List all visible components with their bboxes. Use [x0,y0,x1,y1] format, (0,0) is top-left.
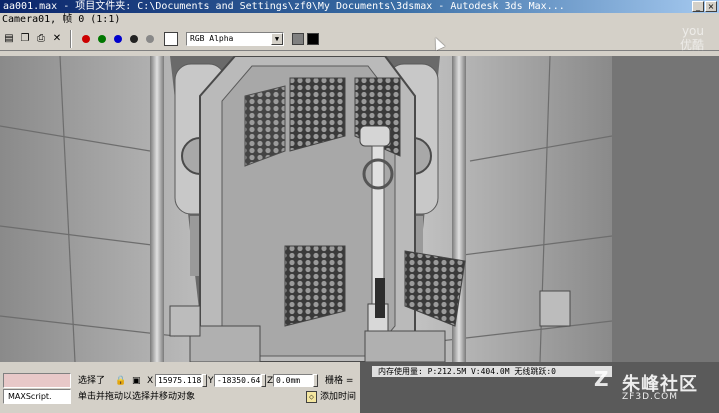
grid-label: 栅格 = [325,376,354,386]
youku-logo-text: you [681,24,705,38]
print-icon[interactable]: ⎙ [34,32,48,46]
x-spinner[interactable] [202,374,207,387]
maxscript-listener-box[interactable] [3,373,71,388]
close-icon[interactable]: ✕ [50,32,64,46]
title-bar[interactable]: aa001.max - 项目文件夹: C:\Documents and Sett… [0,0,719,13]
viewport-side-area [612,56,719,362]
zf3d-logo-icon: Z [594,367,609,391]
add-time-tag-button[interactable]: ⬦ 添加时间 [306,389,356,404]
window-controls: _ × [692,1,717,12]
x-coordinate-field[interactable]: 15975.118 [155,374,202,387]
chevron-down-icon[interactable]: ▼ [271,32,283,45]
white-swatch[interactable] [164,31,178,46]
z-coordinate-field[interactable]: 0.0mm [273,374,313,387]
copy-icon[interactable]: ❐ [18,32,32,46]
app-window: aa001.max - 项目文件夹: C:\Documents and Sett… [0,0,719,413]
prompt-line: 单击并拖动以选择并移动对象 [78,392,196,402]
gray-swatch[interactable] [292,32,304,45]
close-button[interactable]: × [705,1,717,12]
absolute-mode-icon[interactable]: ▣ [132,375,141,387]
memory-usage-readout: 内存使用量: P:212.5M V:404.0M 无线跳跃:0 [372,366,612,377]
add-time-tag-label: 添加时间 [319,391,356,402]
y-label: Y [208,376,214,386]
black-swatch[interactable] [307,32,319,45]
channel-select[interactable]: RGB Alpha ▼ [186,31,284,46]
frame-caption: Camera01, 帧 0 (1:1) [2,14,121,25]
save-icon[interactable]: ▤ [2,32,16,46]
selection-status: 选择了 [78,376,106,386]
watermark-url: ZF3D.COM [622,392,678,402]
x-label: X [147,376,154,386]
channel-select-value: RGB Alpha [190,33,234,43]
green-channel-button[interactable] [98,34,106,43]
youku-logo-subtext: 优酷 [680,38,705,52]
y-spinner[interactable] [261,374,266,387]
frame-toolbar: ▤ ❐ ⎙ ✕ RGB Alpha ▼ [0,27,719,51]
window-title: aa001.max - 项目文件夹: C:\Documents and Sett… [3,1,565,12]
maxscript-input[interactable]: MAXScript. [3,389,71,404]
blue-channel-button[interactable] [114,34,122,43]
mono-channel-button[interactable] [146,34,154,43]
z-spinner[interactable] [313,374,318,387]
lock-icon[interactable]: 🔒 [115,375,126,387]
key-icon: ⬦ [306,390,317,403]
render-image [0,56,612,362]
red-channel-button[interactable] [82,34,90,43]
rendered-frame [0,56,612,362]
minimize-button[interactable]: _ [692,1,704,12]
toolbar-separator [70,29,72,48]
alpha-channel-button[interactable] [130,34,138,43]
youku-watermark: you 优酷 [680,24,704,52]
y-coordinate-field[interactable]: -18350.64 [214,374,261,387]
